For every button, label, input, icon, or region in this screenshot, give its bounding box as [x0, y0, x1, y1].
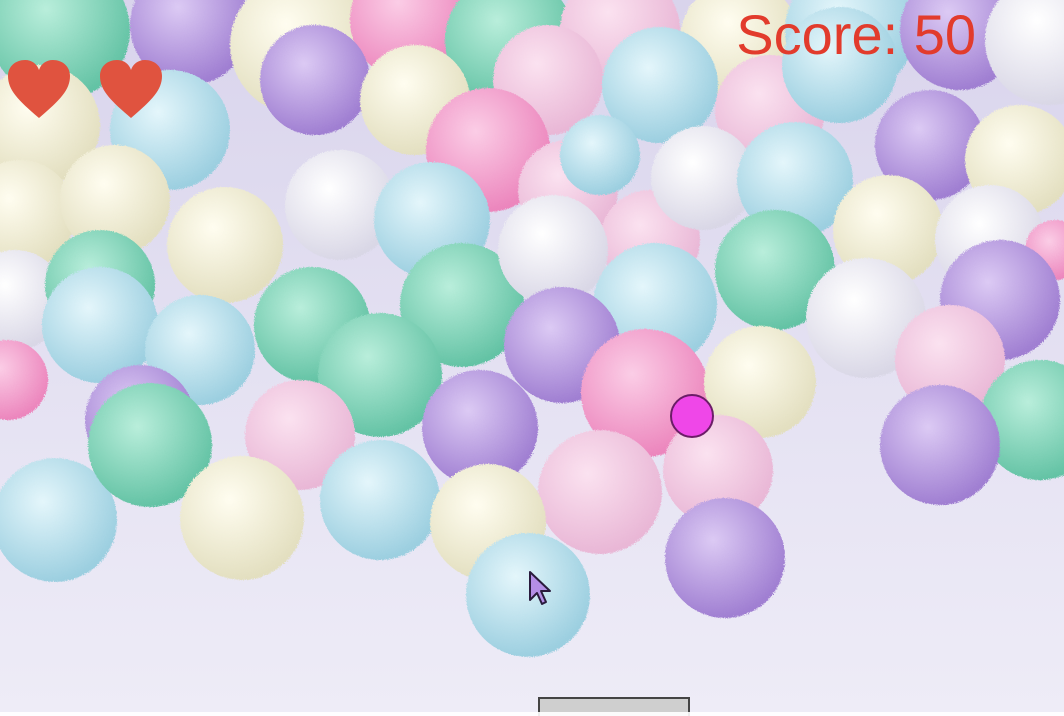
- floor-edge: [0, 712, 1064, 716]
- lives-display: [6, 58, 164, 120]
- game-canvas[interactable]: Score: 50: [0, 0, 1064, 716]
- score-label: Score: 50: [736, 3, 976, 66]
- game-ball: [670, 394, 714, 438]
- heart-icon: [100, 60, 162, 118]
- mouse-pointer-icon: [529, 571, 551, 605]
- heart-icon: [8, 60, 70, 118]
